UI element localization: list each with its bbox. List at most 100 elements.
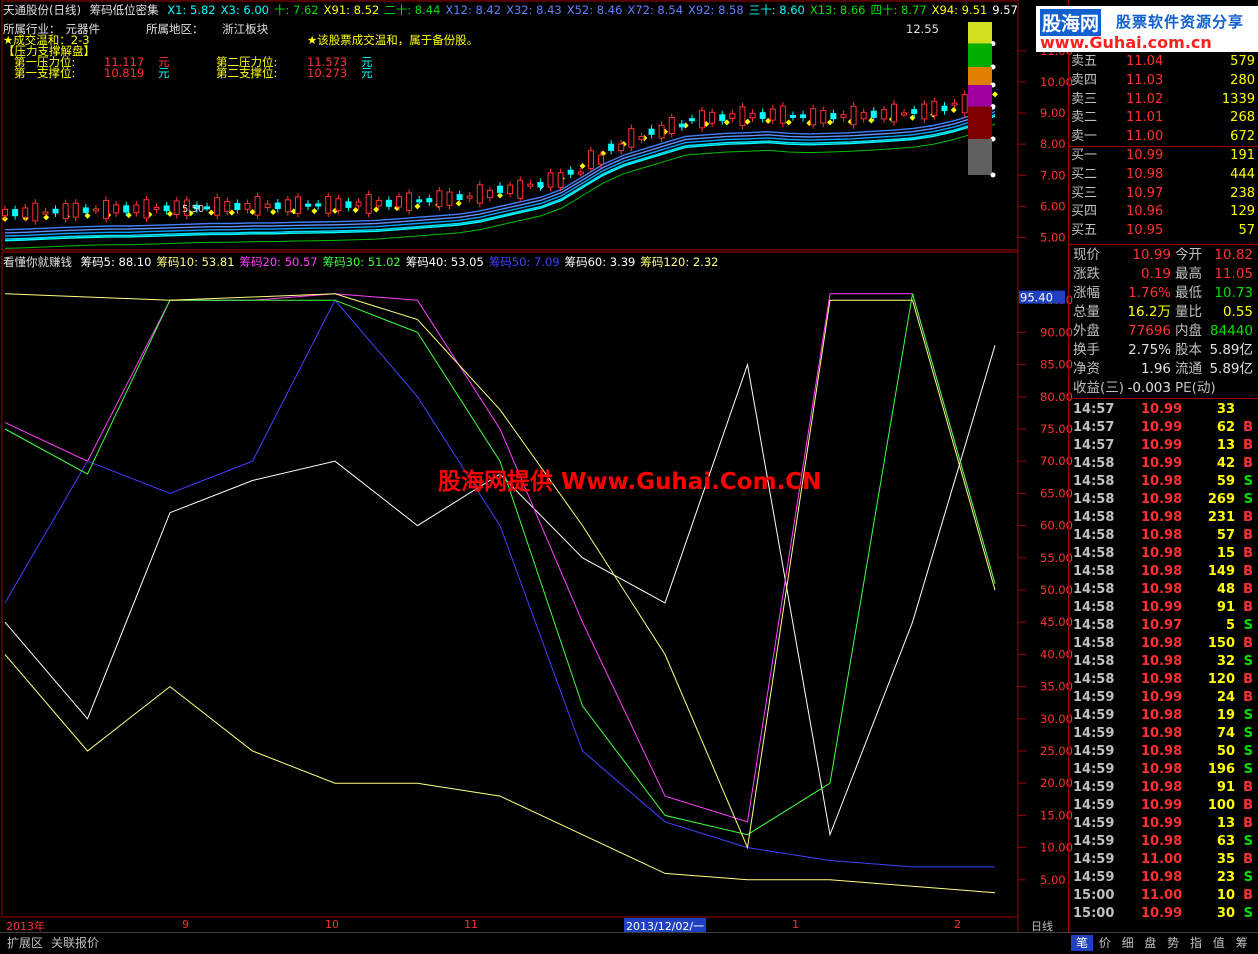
region-label: 所属地区： bbox=[146, 22, 204, 36]
x-axis: 2013年 9 10 11 2013/12/02/一 1 2 日线 bbox=[0, 918, 1068, 934]
candle-body bbox=[779, 105, 786, 124]
tick-time: 14:59 bbox=[1073, 762, 1115, 777]
tick-volume: 63 bbox=[1216, 834, 1235, 849]
candle-body bbox=[810, 108, 817, 126]
candle-body bbox=[769, 108, 776, 121]
candle-body bbox=[224, 200, 231, 212]
order-row[interactable]: 卖一 11.00 672 bbox=[1071, 128, 1257, 146]
order-row[interactable]: 卖五 11.04 579 bbox=[1071, 53, 1257, 71]
right-tab-6[interactable]: 值 bbox=[1208, 935, 1230, 951]
tick-volume: 269 bbox=[1207, 492, 1235, 507]
right-tab-1[interactable]: 价 bbox=[1094, 935, 1116, 951]
tick-direction: B bbox=[1243, 888, 1253, 903]
order-row[interactable]: 买一 10.99 191 bbox=[1071, 147, 1257, 165]
x-label-1: 9 bbox=[182, 918, 189, 931]
right-tab-3[interactable]: 盘 bbox=[1139, 935, 1161, 951]
candle-body bbox=[2, 209, 8, 217]
tab-related-quotes[interactable]: 关联报价 bbox=[48, 935, 102, 951]
order-volume: 268 bbox=[1230, 110, 1255, 126]
tick-price: 10.98 bbox=[1141, 870, 1183, 885]
tick-volume: 23 bbox=[1216, 870, 1235, 885]
chip-line bbox=[4, 654, 996, 894]
candle-body bbox=[931, 100, 938, 116]
right-tab-2[interactable]: 细 bbox=[1117, 935, 1139, 951]
stat-label-2: 内盘 bbox=[1175, 323, 1202, 339]
candle-body bbox=[32, 202, 39, 222]
tab-extension[interactable]: 扩展区 bbox=[4, 935, 46, 951]
candle-body bbox=[325, 196, 332, 214]
order-label: 卖四 bbox=[1071, 72, 1098, 88]
right-tab-5[interactable]: 指 bbox=[1185, 935, 1207, 951]
indicator-block bbox=[968, 22, 992, 44]
diamond-point bbox=[992, 91, 998, 98]
chip-value-5: 筹码50: 7.09 bbox=[488, 255, 560, 269]
tick-time: 14:57 bbox=[1073, 402, 1115, 417]
tick-time: 15:00 bbox=[1073, 906, 1115, 921]
stat-value: 2.75% bbox=[1128, 342, 1171, 358]
tick-row: 14:59 10.98 196 S bbox=[1071, 761, 1257, 779]
order-row[interactable]: 买二 10.98 444 bbox=[1071, 166, 1257, 184]
ma-value-13: X94: 9.51 bbox=[931, 3, 988, 17]
candle-body bbox=[628, 128, 635, 148]
right-tab-7[interactable]: 筹 bbox=[1231, 935, 1253, 951]
order-row[interactable]: 卖二 11.01 268 bbox=[1071, 109, 1257, 127]
tick-price: 10.99 bbox=[1141, 438, 1183, 453]
tick-direction: B bbox=[1243, 510, 1253, 525]
tick-price: 10.98 bbox=[1141, 564, 1183, 579]
indicator-block bbox=[968, 85, 992, 107]
right-tab-4[interactable]: 势 bbox=[1162, 935, 1184, 951]
tick-time: 14:58 bbox=[1073, 492, 1115, 507]
tick-price: 10.99 bbox=[1141, 402, 1183, 417]
order-row[interactable]: 买五 10.95 57 bbox=[1071, 222, 1257, 240]
diamond-point bbox=[455, 200, 462, 207]
stat-label: 净资 bbox=[1073, 361, 1100, 377]
lower-title: 看懂你就赚钱 bbox=[3, 255, 72, 269]
candle-body bbox=[355, 201, 362, 207]
tick-volume: 91 bbox=[1216, 780, 1235, 795]
s1-value: 10.819 bbox=[104, 66, 145, 80]
s2-unit: 元 bbox=[361, 66, 373, 80]
chip-value-6: 筹码60: 3.39 bbox=[564, 255, 636, 269]
tick-volume: 196 bbox=[1207, 762, 1235, 777]
stat-row: 收益(三) -0.003 PE(动) bbox=[1071, 379, 1257, 397]
order-row[interactable]: 买三 10.97 238 bbox=[1071, 185, 1257, 203]
tick-price: 10.97 bbox=[1141, 618, 1183, 633]
order-row[interactable]: 买四 10.96 129 bbox=[1071, 203, 1257, 221]
order-label: 买三 bbox=[1071, 185, 1098, 201]
tick-time: 14:58 bbox=[1073, 582, 1115, 597]
tick-direction: S bbox=[1243, 492, 1253, 507]
tick-time: 14:58 bbox=[1073, 456, 1115, 471]
ma-value-5: X12: 8.42 bbox=[445, 3, 502, 17]
tick-price: 10.98 bbox=[1141, 744, 1183, 759]
order-price: 11.00 bbox=[1126, 129, 1164, 145]
tick-row: 14:58 10.99 91 B bbox=[1071, 599, 1257, 617]
diamond-point bbox=[950, 106, 957, 113]
stat-label: 涨跌 bbox=[1073, 266, 1100, 282]
tick-time: 14:59 bbox=[1073, 744, 1115, 759]
order-price: 11.02 bbox=[1126, 91, 1164, 107]
tick-volume: 10 bbox=[1216, 888, 1235, 903]
chip-values: 筹码5: 88.10 筹码10: 53.81 筹码20: 50.57 筹码30: 51… bbox=[81, 255, 724, 269]
tick-direction: S bbox=[1243, 618, 1253, 633]
order-row[interactable]: 卖三 11.02 1339 bbox=[1071, 91, 1257, 109]
candle-body bbox=[820, 110, 827, 124]
ma-value-14: 9.57 bbox=[992, 3, 1018, 17]
tick-time: 14:59 bbox=[1073, 834, 1115, 849]
s1-unit: 元 bbox=[158, 66, 170, 80]
tick-direction: S bbox=[1243, 870, 1253, 885]
tick-volume: 57 bbox=[1216, 528, 1235, 543]
tick-row: 15:00 11.00 10 B bbox=[1071, 887, 1257, 905]
stat-value: 1.76% bbox=[1128, 285, 1171, 301]
order-row[interactable]: 卖四 11.03 280 bbox=[1071, 72, 1257, 90]
order-price: 10.96 bbox=[1126, 204, 1164, 220]
tick-price: 10.99 bbox=[1141, 600, 1183, 615]
stat-row: 总量 16.2万 量比 0.55 bbox=[1071, 303, 1257, 321]
right-tab-0[interactable]: 笔 bbox=[1071, 935, 1093, 951]
candle-body bbox=[921, 103, 928, 120]
tick-row: 14:59 10.99 100 B bbox=[1071, 797, 1257, 815]
order-price: 11.03 bbox=[1126, 72, 1164, 88]
chip-line-30 bbox=[4, 293, 996, 836]
indicator-block bbox=[968, 106, 992, 139]
stat-row: 涨幅 1.76% 最低 10.73 bbox=[1071, 284, 1257, 302]
candle-body bbox=[254, 195, 261, 216]
